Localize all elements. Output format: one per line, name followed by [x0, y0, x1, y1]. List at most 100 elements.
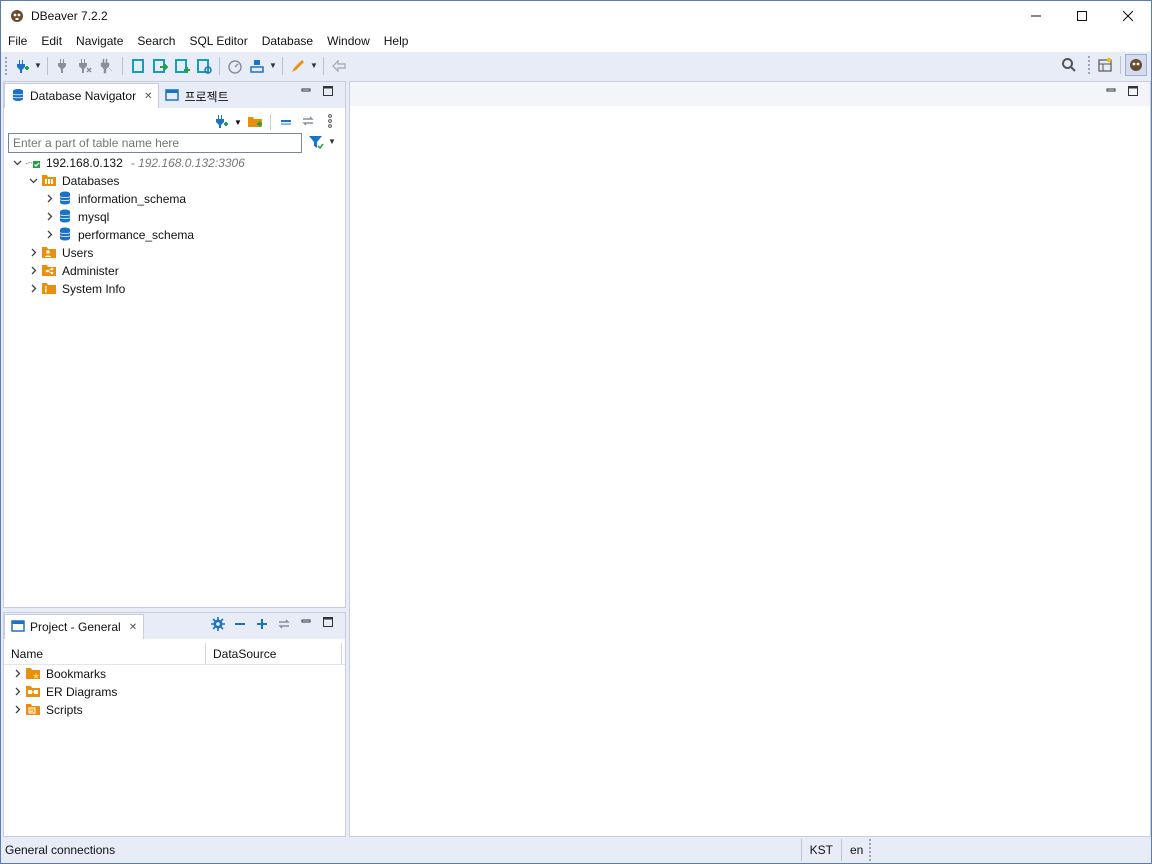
title-bar: DBeaver 7.2.2: [1, 1, 1151, 31]
expand-all-icon[interactable]: [251, 617, 273, 634]
disconnect-icon[interactable]: [74, 55, 96, 77]
window-title: DBeaver 7.2.2: [31, 9, 108, 23]
administer-folder-icon: [40, 263, 58, 280]
collapsed-chevron-icon[interactable]: [42, 230, 56, 241]
new-connection-icon[interactable]: [11, 55, 33, 77]
new-connection-icon[interactable]: [210, 113, 232, 132]
collapsed-chevron-icon[interactable]: [10, 669, 24, 680]
tree-schema-node[interactable]: performance_schema: [4, 226, 345, 244]
project-toolbar: [207, 617, 339, 634]
minimize-panel-icon[interactable]: [295, 617, 317, 634]
collapse-all-icon[interactable]: [229, 617, 251, 634]
menu-help[interactable]: Help: [377, 31, 416, 52]
node-label: System Info: [62, 282, 126, 296]
collapsed-chevron-icon[interactable]: [26, 284, 40, 295]
menu-navigate[interactable]: Navigate: [69, 31, 130, 52]
tree-databases-node[interactable]: Databases: [4, 172, 345, 190]
new-folder-icon[interactable]: [244, 113, 266, 132]
minimize-button[interactable]: [1013, 1, 1059, 31]
new-connection-dropdown-icon[interactable]: ▼: [33, 55, 43, 77]
project-item-scripts[interactable]: Scripts: [4, 701, 345, 719]
recent-sql-script-icon[interactable]: [193, 55, 215, 77]
project-item-label: Scripts: [46, 703, 83, 717]
dropdown-icon[interactable]: ▼: [328, 134, 336, 150]
menu-search[interactable]: Search: [130, 31, 182, 52]
collapsed-chevron-icon[interactable]: [42, 212, 56, 223]
collapse-all-icon[interactable]: [275, 113, 297, 132]
search-icon[interactable]: [1058, 54, 1080, 76]
collapsed-chevron-icon[interactable]: [10, 705, 24, 716]
minimize-panel-icon[interactable]: [295, 86, 317, 99]
status-locale[interactable]: en: [841, 839, 871, 861]
configure-gear-icon[interactable]: [207, 617, 229, 634]
app-window: DBeaver 7.2.2 File Edit Navigate Search …: [0, 0, 1152, 864]
menu-sql-editor[interactable]: SQL Editor: [182, 31, 254, 52]
project-item-label: Bookmarks: [46, 667, 107, 681]
close-button[interactable]: [1105, 1, 1151, 31]
invalidate-icon[interactable]: [96, 55, 118, 77]
navigator-tree: 192.168.0.132 - 192.168.0.132:3306 Datab…: [4, 154, 345, 298]
open-sql-script-icon[interactable]: [149, 55, 171, 77]
open-perspective-icon[interactable]: [1094, 54, 1116, 76]
menu-edit[interactable]: Edit: [34, 31, 69, 52]
commit-icon[interactable]: [287, 55, 309, 77]
users-folder-icon: [40, 245, 58, 262]
link-with-editor-icon[interactable]: [297, 113, 319, 132]
minimize-editor-icon[interactable]: [1100, 86, 1122, 99]
dbeaver-perspective-icon[interactable]: [1125, 54, 1147, 76]
collapsed-chevron-icon[interactable]: [26, 266, 40, 277]
dashboard-icon[interactable]: [224, 55, 246, 77]
transaction-mode-icon[interactable]: [246, 55, 268, 77]
tree-users-node[interactable]: Users: [4, 244, 345, 262]
connect-icon[interactable]: [52, 55, 74, 77]
collapsed-chevron-icon[interactable]: [10, 687, 24, 698]
tree-system-info-node[interactable]: System Info: [4, 280, 345, 298]
close-tab-icon[interactable]: ✕: [144, 91, 152, 102]
schema-name: performance_schema: [78, 228, 195, 242]
menu-window[interactable]: Window: [320, 31, 377, 52]
tab-database-navigator[interactable]: Database Navigator ✕: [4, 83, 160, 108]
filter-config-button[interactable]: ▼: [308, 134, 336, 150]
transaction-mode-dropdown-icon[interactable]: ▼: [268, 55, 278, 77]
collapsed-chevron-icon[interactable]: [42, 194, 56, 205]
back-icon[interactable]: [328, 55, 350, 77]
close-tab-icon[interactable]: ✕: [129, 622, 137, 633]
database-navigator-icon: [11, 88, 25, 105]
tree-schema-node[interactable]: mysql: [4, 208, 345, 226]
tree-connection-node[interactable]: 192.168.0.132 - 192.168.0.132:3306: [4, 154, 345, 172]
maximize-button[interactable]: [1059, 1, 1105, 31]
tree-schema-node[interactable]: information_schema: [4, 190, 345, 208]
project-item-bookmarks[interactable]: Bookmarks: [4, 665, 345, 683]
table-filter-input[interactable]: [8, 133, 302, 153]
menu-file[interactable]: File: [1, 31, 34, 52]
project-item-er-diagrams[interactable]: ER Diagrams: [4, 683, 345, 701]
menu-database[interactable]: Database: [255, 31, 320, 52]
expanded-chevron-icon[interactable]: [10, 158, 24, 169]
toolbar-separator: [1120, 56, 1121, 74]
toolbar-separator: [47, 56, 48, 75]
status-timezone[interactable]: KST: [800, 839, 841, 861]
maximize-panel-icon[interactable]: [317, 86, 339, 99]
node-label: Administer: [62, 264, 119, 278]
filter-icon: [309, 136, 324, 150]
expanded-chevron-icon[interactable]: [26, 176, 40, 187]
tab-project[interactable]: 프로젝트: [159, 84, 234, 108]
toolbar-grip[interactable]: [5, 56, 8, 75]
commit-dropdown-icon[interactable]: ▼: [309, 55, 319, 77]
link-with-editor-icon[interactable]: [273, 617, 295, 634]
column-header-datasource[interactable]: DataSource: [206, 642, 342, 665]
maximize-editor-icon[interactable]: [1122, 86, 1144, 99]
tree-administer-node[interactable]: Administer: [4, 262, 345, 280]
mysql-connection-icon: [24, 154, 42, 173]
view-menu-icon[interactable]: [319, 113, 341, 131]
collapsed-chevron-icon[interactable]: [26, 248, 40, 259]
new-sql-script-icon[interactable]: [171, 55, 193, 77]
tab-project-general[interactable]: Project - General ✕: [4, 614, 145, 639]
info-folder-icon: [40, 281, 58, 298]
tab-label: 프로젝트: [184, 89, 229, 104]
sql-editor-icon[interactable]: [127, 55, 149, 77]
maximize-panel-icon[interactable]: [317, 617, 339, 634]
toolbar-grip[interactable]: [1088, 56, 1091, 74]
dropdown-icon[interactable]: ▼: [232, 118, 244, 127]
column-header-name[interactable]: Name: [4, 642, 206, 665]
